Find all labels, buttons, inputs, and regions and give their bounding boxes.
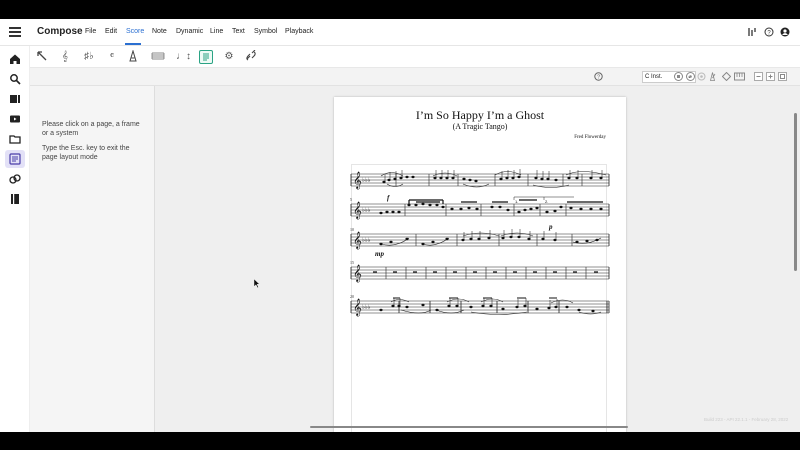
help-icon[interactable]: ? [764,27,774,37]
arrow-select-icon[interactable] [35,50,49,64]
vertical-scrollbar[interactable] [794,113,797,271]
svg-text:𝄞: 𝄞 [353,264,362,282]
staff-system-5[interactable]: 20 [350,294,610,316]
folder-icon[interactable] [9,133,21,145]
menu-edit[interactable]: Edit [105,28,117,35]
instrument-select-value: C Inst. [645,74,663,80]
menu-playback[interactable]: Playback [285,28,313,35]
svg-text:?: ? [597,75,600,81]
measure-number: 20 [350,294,354,299]
stop-icon[interactable] [674,72,683,81]
score-canvas[interactable]: I’m So Happy I’m a Ghost (A Tragic Tango… [155,86,800,432]
clef-icon[interactable]: 𝄞 [58,50,72,64]
menu-file[interactable]: File [85,28,96,35]
home-icon[interactable] [9,53,21,65]
tuner-icon[interactable] [747,27,757,37]
options-bar: ? C Inst. ⌄ [30,68,800,86]
zoom-out-icon[interactable] [754,72,763,81]
info-icon[interactable]: ? [594,72,603,81]
record-icon[interactable] [9,173,21,185]
compose-icon[interactable] [5,150,25,168]
video-icon[interactable] [9,113,21,125]
measure-number: 15 [350,260,354,265]
app-title: Compose [37,26,83,37]
account-icon[interactable] [780,27,790,37]
tempo-icon[interactable] [126,49,140,64]
build-info: Build 223 - API 22.1.1 - February 28, 20… [704,417,789,422]
left-rail [0,46,30,432]
staff-system-2[interactable]: 5 1. 2. p [350,196,610,231]
library-icon[interactable] [9,93,21,105]
measure-number: 5 [350,197,352,202]
measure-icon[interactable] [151,50,165,64]
score-page[interactable]: I’m So Happy I’m a Ghost (A Tragic Tango… [334,97,626,432]
link-icon[interactable] [244,49,258,64]
toolbar: 𝄞 ♯♭ 𝄴 ♩↕ ⚙ [30,46,800,68]
staff-system-3[interactable]: 10 mp [350,227,610,258]
help-text-esc: Type the Esc. key to exit the page layou… [42,145,130,161]
app-window: Compose File Edit Score Note Dynamic Lin… [0,19,800,432]
dynamic-marking[interactable]: f [387,194,390,202]
svg-text:1.: 1. [515,199,518,204]
transpose-icon[interactable]: ♩↕ [176,50,191,64]
menu-score[interactable]: Score [126,28,144,35]
zoom-in-icon[interactable] [766,72,775,81]
measure-number: 10 [350,227,354,232]
menu-note[interactable]: Note [152,28,167,35]
active-menu-indicator [125,43,141,45]
staff-system-4[interactable]: 𝄞 15 [350,260,610,282]
menu-bar: Compose File Edit Score Note Dynamic Lin… [0,19,800,46]
hamburger-menu-icon[interactable] [9,27,21,37]
settings-icon[interactable]: ⚙ [222,50,236,64]
menu-symbol[interactable]: Symbol [254,28,277,35]
page-layout-icon[interactable] [199,50,213,64]
svg-text:2.: 2. [545,199,548,204]
diamond-icon[interactable] [721,71,732,82]
layout-help-panel: Please click on a page, a frame or a sys… [30,86,155,432]
fit-page-icon[interactable] [778,72,787,81]
play-icon[interactable] [686,72,695,81]
time-signature-icon[interactable]: 𝄴 [105,50,119,64]
menu-dynamic[interactable]: Dynamic [176,28,203,35]
dynamic-marking[interactable]: p [548,223,553,231]
dynamic-marking[interactable]: mp [375,250,384,258]
horizontal-scrollbar[interactable] [310,426,628,428]
mouse-cursor-icon [254,279,260,288]
loop-icon[interactable] [697,72,706,81]
key-signature-icon[interactable]: ♯♭ [82,50,96,64]
metronome-icon[interactable] [708,72,717,81]
search-icon[interactable] [9,73,21,85]
menu-line[interactable]: Line [210,28,223,35]
keyboard-icon[interactable] [734,72,745,81]
book-icon[interactable] [9,193,21,205]
help-text-click: Please click on a page, a frame or a sys… [42,121,140,137]
menu-text[interactable]: Text [232,28,245,35]
music-notation[interactable]: 𝄞 ♭♭♭ f 5 1. 2. p 10 mp 𝄞 15 20 [334,97,626,432]
